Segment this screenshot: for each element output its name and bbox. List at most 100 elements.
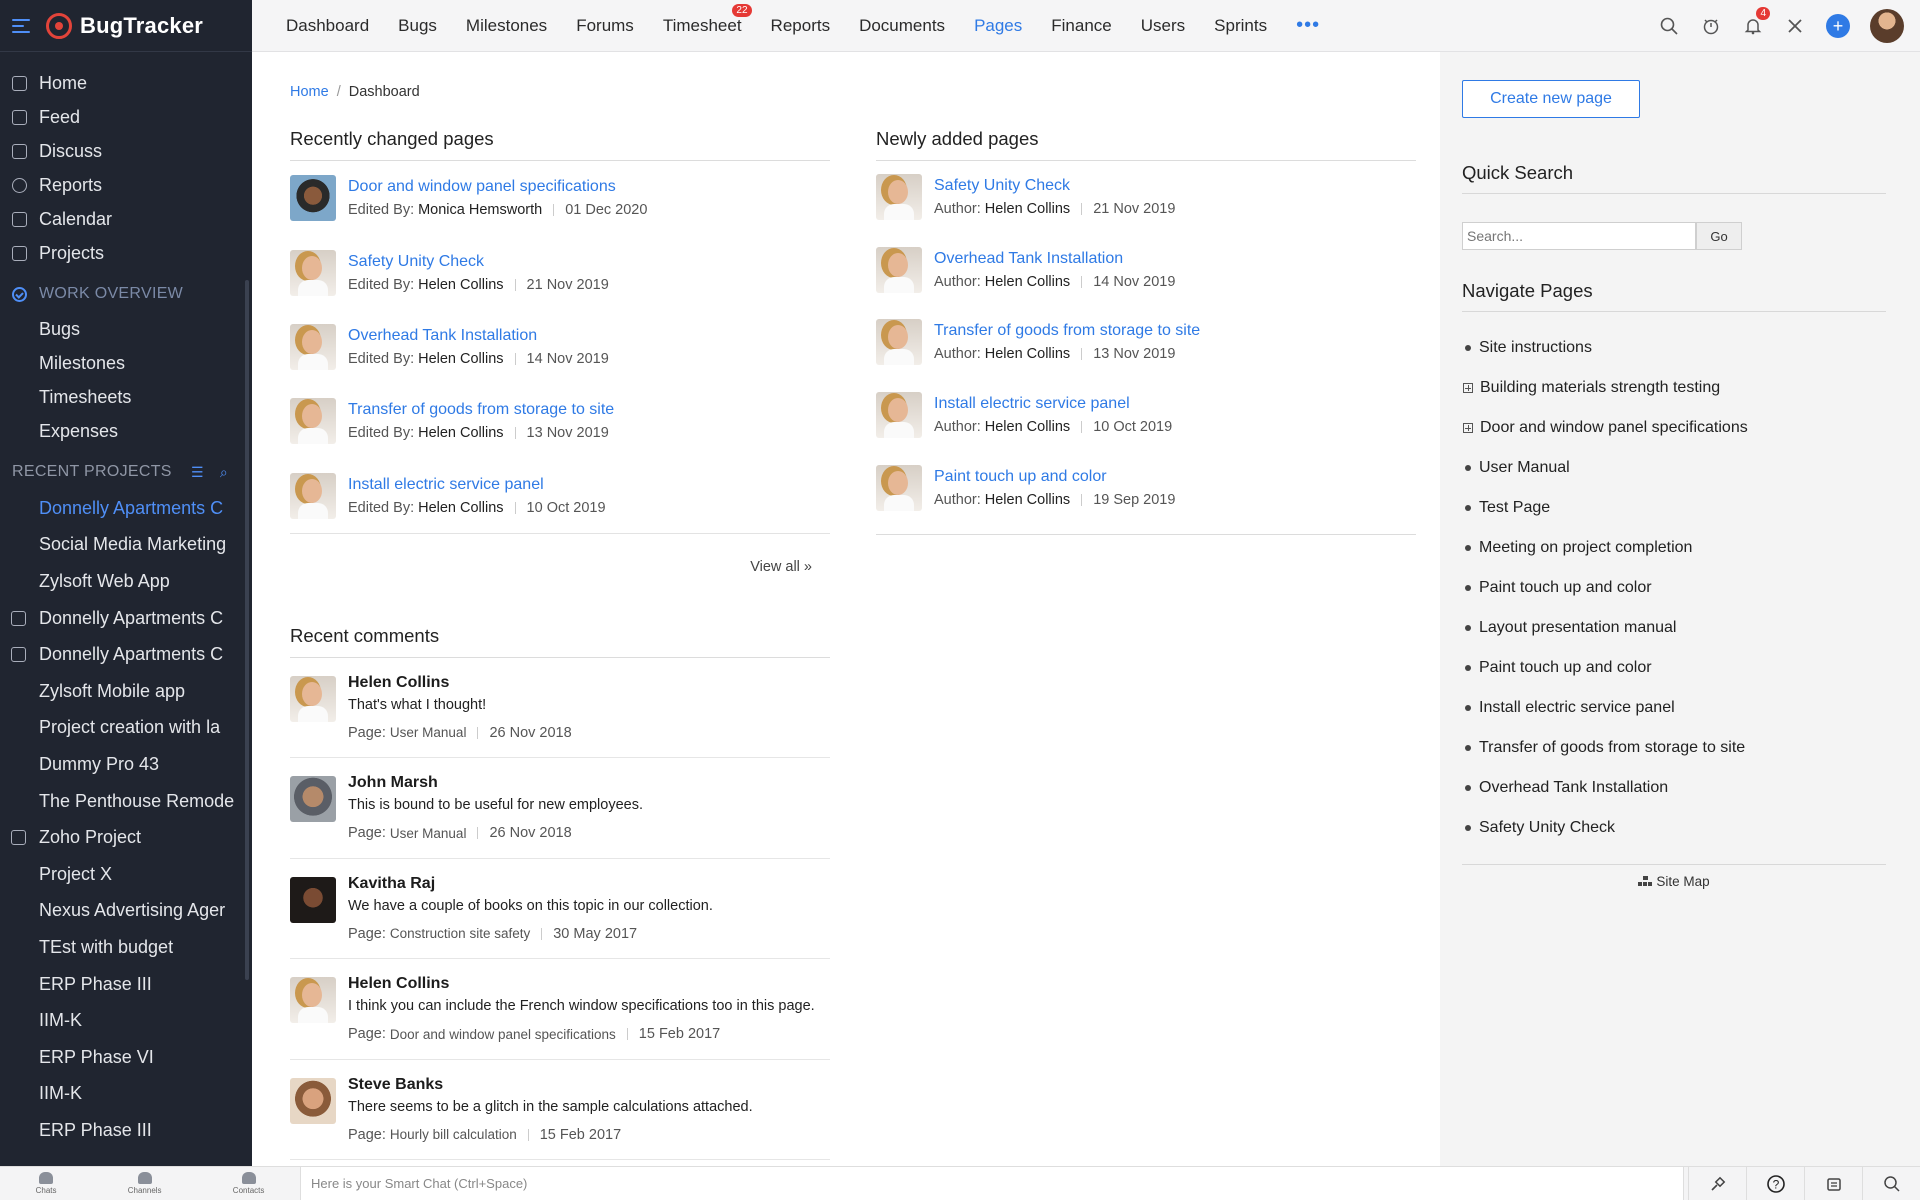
recent-project-item[interactable]: Dummy Pro 43	[0, 746, 252, 783]
recent-project-item[interactable]: Donnelly Apartments C	[0, 600, 252, 637]
chats-button[interactable]: Chats	[36, 1172, 57, 1195]
page-title-link[interactable]: Overhead Tank Installation	[934, 250, 1175, 268]
recent-project-item[interactable]: Nexus Advertising Ager	[0, 893, 252, 930]
sidebar-item-milestones[interactable]: Milestones	[0, 346, 252, 380]
page-title-link[interactable]: Install electric service panel	[348, 476, 606, 494]
recent-project-item[interactable]: Social Media Marketing	[0, 527, 252, 564]
page-list-item: Safety Unity Check Author: Helen Collins 21…	[876, 161, 1416, 234]
tab-pages[interactable]: Pages	[974, 16, 1022, 36]
recent-project-item[interactable]: TEst with budget	[0, 929, 252, 966]
recent-project-item[interactable]: Zylsoft Mobile app	[0, 673, 252, 710]
recent-project-item[interactable]: The Penthouse Remode	[0, 783, 252, 820]
navigate-page-item[interactable]: Site instructions	[1462, 328, 1886, 368]
page-title-link[interactable]: Transfer of goods from storage to site	[348, 401, 614, 419]
site-map-link[interactable]: Site Map	[1462, 864, 1886, 889]
zoom-search-icon[interactable]	[1862, 1167, 1920, 1200]
navigate-page-item[interactable]: Meeting on project completion	[1462, 528, 1886, 568]
timer-icon[interactable]	[1700, 15, 1722, 37]
recent-project-item[interactable]: Zoho Project	[0, 819, 252, 856]
sidebar-scrollbar[interactable]	[245, 280, 249, 980]
sidebar-item-projects[interactable]: Projects	[0, 236, 252, 270]
create-new-page-button[interactable]: Create new page	[1462, 80, 1640, 118]
search-icon[interactable]: ⌕	[220, 464, 228, 481]
comment-page-link[interactable]: Door and window panel specifications	[390, 1027, 616, 1042]
expand-icon[interactable]	[1463, 423, 1473, 433]
tools-icon[interactable]	[1784, 15, 1806, 37]
recent-project-item[interactable]: Donnelly Apartments C	[0, 636, 252, 673]
feed-stack-icon[interactable]	[1804, 1167, 1862, 1200]
navigate-page-item[interactable]: Door and window panel specifications	[1462, 408, 1886, 448]
navigate-page-item[interactable]: Install electric service panel	[1462, 688, 1886, 728]
recent-project-item[interactable]: IIM-K	[0, 1002, 252, 1039]
quick-search-go-button[interactable]: Go	[1696, 222, 1742, 250]
recent-project-item[interactable]: Donnelly Apartments C	[0, 490, 252, 527]
sidebar-item-bugs[interactable]: Bugs	[0, 312, 252, 346]
navigate-page-item[interactable]: Safety Unity Check	[1462, 808, 1886, 848]
page-title-link[interactable]: Safety Unity Check	[934, 177, 1175, 195]
recent-project-item[interactable]: ERP Phase VI	[0, 1039, 252, 1076]
more-tabs-icon[interactable]: •••	[1296, 14, 1320, 37]
tab-bugs[interactable]: Bugs	[398, 16, 437, 36]
navigate-page-item[interactable]: User Manual	[1462, 448, 1886, 488]
navigate-page-item[interactable]: Building materials strength testing	[1462, 368, 1886, 408]
sidebar-item-home[interactable]: Home	[0, 66, 252, 100]
notification-bell-icon[interactable]: 4	[1742, 7, 1770, 37]
page-title-link[interactable]: Transfer of goods from storage to site	[934, 322, 1200, 340]
quick-search-input[interactable]	[1462, 222, 1696, 250]
comment-page-link[interactable]: User Manual	[390, 725, 467, 740]
tab-sprints[interactable]: Sprints	[1214, 16, 1267, 36]
recent-project-item[interactable]: Project X	[0, 856, 252, 893]
tab-timesheet[interactable]: Timesheet 22	[663, 3, 752, 36]
breadcrumb-home-link[interactable]: Home	[290, 84, 329, 100]
user-avatar[interactable]	[1870, 9, 1904, 43]
tab-reports[interactable]: Reports	[771, 16, 831, 36]
recent-project-item[interactable]: ERP Phase III	[0, 1112, 252, 1149]
work-overview-heading[interactable]: WORK OVERVIEW	[0, 276, 252, 312]
recent-project-item[interactable]: ERP Phase III	[0, 966, 252, 1003]
search-icon[interactable]	[1658, 15, 1680, 37]
filter-icon[interactable]: ☰	[191, 464, 204, 481]
top-navigation-bar: Dashboard Bugs Milestones Forums Timesheet 22…	[252, 0, 1920, 52]
comment-page-link[interactable]: User Manual	[390, 826, 467, 841]
navigate-page-item[interactable]: Paint touch up and color	[1462, 648, 1886, 688]
sidebar-item-reports[interactable]: Reports	[0, 168, 252, 202]
expand-icon[interactable]	[1463, 383, 1473, 393]
help-icon[interactable]: ?	[1746, 1167, 1804, 1200]
sidebar-item-discuss[interactable]: Discuss	[0, 134, 252, 168]
plug-icon[interactable]	[1688, 1167, 1746, 1200]
tab-dashboard[interactable]: Dashboard	[286, 16, 369, 36]
comment-page-link[interactable]: Hourly bill calculation	[390, 1127, 517, 1142]
navigate-page-item[interactable]: Layout presentation manual	[1462, 608, 1886, 648]
tab-forums[interactable]: Forums	[576, 16, 634, 36]
hamburger-menu-icon[interactable]	[12, 18, 30, 33]
sidebar-item-timesheets[interactable]: Timesheets	[0, 380, 252, 414]
meta-separator	[514, 427, 516, 440]
tab-finance[interactable]: Finance	[1051, 16, 1111, 36]
page-meta: Edited By: Helen Collins 14 Nov 2019	[348, 351, 609, 367]
recent-project-item[interactable]: Zylsoft Web App	[0, 563, 252, 600]
contacts-button[interactable]: Contacts	[233, 1172, 264, 1195]
comment-page-link[interactable]: Construction site safety	[390, 926, 530, 941]
page-date: 21 Nov 2019	[1093, 201, 1176, 218]
sidebar-item-calendar[interactable]: Calendar	[0, 202, 252, 236]
sidebar-item-expenses[interactable]: Expenses	[0, 414, 252, 448]
recent-project-item[interactable]: IIM-K	[0, 1076, 252, 1113]
channels-button[interactable]: Channels	[128, 1172, 162, 1195]
navigate-page-item[interactable]: Overhead Tank Installation	[1462, 768, 1886, 808]
page-title-link[interactable]: Install electric service panel	[934, 395, 1172, 413]
page-title-link[interactable]: Paint touch up and color	[934, 468, 1175, 486]
quick-add-button[interactable]: +	[1826, 14, 1850, 38]
navigate-page-item[interactable]: Paint touch up and color	[1462, 568, 1886, 608]
view-all-link[interactable]: View all »	[290, 534, 830, 595]
navigate-page-item[interactable]: Transfer of goods from storage to site	[1462, 728, 1886, 768]
tab-documents[interactable]: Documents	[859, 16, 945, 36]
tab-milestones[interactable]: Milestones	[466, 16, 547, 36]
page-title-link[interactable]: Safety Unity Check	[348, 253, 609, 271]
tab-users[interactable]: Users	[1141, 16, 1185, 36]
page-title-link[interactable]: Door and window panel specifications	[348, 178, 647, 196]
sidebar-item-feed[interactable]: Feed	[0, 100, 252, 134]
page-title-link[interactable]: Overhead Tank Installation	[348, 327, 609, 345]
smart-chat-input[interactable]: Here is your Smart Chat (Ctrl+Space)	[300, 1167, 1684, 1200]
navigate-page-item[interactable]: Test Page	[1462, 488, 1886, 528]
recent-project-item[interactable]: Project creation with la	[0, 710, 252, 747]
